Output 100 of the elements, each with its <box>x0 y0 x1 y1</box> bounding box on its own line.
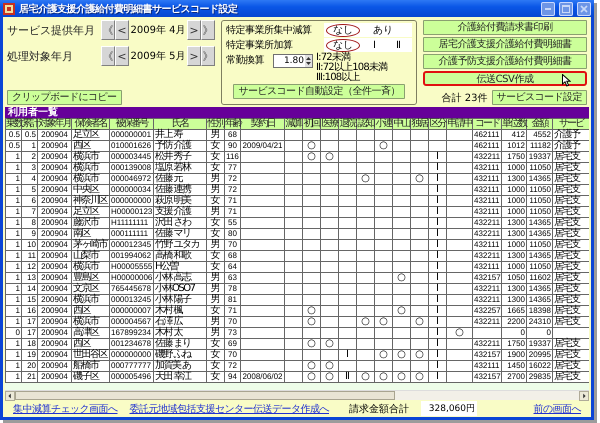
table-cell: 000000007 <box>110 306 154 316</box>
table-cell: 432157 <box>472 272 502 284</box>
table-cell: 77 <box>224 162 240 174</box>
table-cell: 11050 <box>526 206 552 218</box>
table-cell: 1 <box>6 206 22 218</box>
table-cell: 432111 <box>472 206 502 218</box>
table-cell: 1900 <box>502 350 526 360</box>
table-cell: 1300 <box>502 228 526 240</box>
table-cell: 19 <box>22 350 38 360</box>
table-cell: ○ <box>410 174 428 184</box>
table-cell: 71 <box>224 196 240 206</box>
table-cell: 11 <box>22 250 38 262</box>
table-cell: 80 <box>224 228 240 240</box>
table-cell: 200904 <box>38 316 72 328</box>
back-link[interactable]: 前の画面へ <box>534 402 581 416</box>
table-cell: 17 <box>22 328 38 338</box>
table-cell: 000046972 <box>110 174 154 184</box>
spin-field[interactable]: 1.80 <box>273 54 313 68</box>
table-cell: 90 <box>224 140 240 152</box>
table-cell: Ⅰ <box>428 228 446 240</box>
table-cell: 432211 <box>472 316 502 328</box>
table-cell: 000004567 <box>110 316 154 328</box>
table-cell: 19337 <box>526 152 552 162</box>
table-cell: 船橋市 <box>72 360 110 372</box>
table-cell: 予防 介護 <box>154 140 206 152</box>
table-cell: 17 <box>22 316 38 328</box>
table-cell: 20995 <box>526 350 552 360</box>
column-header: 区分 <box>428 118 446 130</box>
table-cell: ○ <box>320 372 338 382</box>
table-cell: 女 <box>206 372 224 382</box>
scroll-right-icon[interactable] <box>579 391 589 401</box>
maximize-button[interactable] <box>559 2 573 16</box>
table-cell: 小林 陽子 <box>154 294 206 306</box>
table-cell: 11050 <box>526 162 552 174</box>
nav-button[interactable]: 》 <box>201 46 215 66</box>
action-button[interactable]: 伝送CSV作成 <box>423 71 587 86</box>
table-cell: Ⅰ <box>428 262 446 272</box>
table-cell: 居宅支 <box>552 316 589 328</box>
scroll-thumb[interactable] <box>15 391 395 400</box>
nav-button[interactable]: < <box>115 46 129 66</box>
table-cell: 男 <box>206 272 224 284</box>
table-cell: Ⅰ <box>428 338 446 350</box>
table-cell: 女 <box>206 250 224 262</box>
table-cell: Ⅰ <box>428 250 446 262</box>
service-code-button[interactable]: サービスコード設定 <box>492 90 587 105</box>
nav-button[interactable]: < <box>115 20 129 40</box>
table-cell: 女 <box>206 140 224 152</box>
table-cell: 63 <box>224 272 240 284</box>
table-cell: 茅ヶ崎市 <box>72 240 110 250</box>
radio-option[interactable]: Ⅱ <box>388 38 408 52</box>
table-cell: 000777777 <box>110 360 154 372</box>
radio-option[interactable]: あり <box>366 24 400 36</box>
table-cell: 200904 <box>38 228 72 240</box>
table-cell: 男 <box>206 240 224 250</box>
table-cell: 010001626 <box>110 140 154 152</box>
table-cell: 女 <box>206 196 224 206</box>
radio-option[interactable]: なし <box>326 24 360 36</box>
table-cell: 14365 <box>526 218 552 228</box>
action-button[interactable]: 居宅介護支援介護給付費明細書 <box>423 37 587 52</box>
table-cell: 足立区 <box>72 206 110 218</box>
table-cell: Ⅱ <box>338 372 356 382</box>
table-cell: 1 <box>22 140 38 152</box>
table-cell: 居宅支 <box>552 206 589 218</box>
link[interactable]: 集中減算チェック画面へ <box>13 402 118 416</box>
table-cell: Ⅰ <box>338 350 356 360</box>
horizontal-scrollbar[interactable] <box>5 390 589 400</box>
column-header: 金額 <box>526 118 552 130</box>
radio-option[interactable]: なし <box>326 38 360 52</box>
scroll-left-icon[interactable] <box>5 391 15 401</box>
table-cell: 0.5 <box>6 130 22 140</box>
nav-button[interactable]: 《 <box>101 46 115 66</box>
nav-button[interactable]: 《 <box>101 20 115 40</box>
auto-set-button[interactable]: サービスコード自動設定（全件一斉） <box>233 84 405 99</box>
action-button[interactable]: 介護給付費請求書印刷 <box>423 20 587 35</box>
table-cell: 14365 <box>526 294 552 306</box>
period-label: 処理対象年月 <box>7 48 74 64</box>
nav-button[interactable]: > <box>187 20 201 40</box>
radio-option[interactable]: Ⅰ <box>366 38 383 52</box>
close-button[interactable] <box>577 2 591 16</box>
table-cell: 1450 <box>502 360 526 372</box>
table-cell: 94 <box>224 372 240 382</box>
table-cell: 200904 <box>38 328 72 338</box>
table-cell: ○ <box>320 152 338 162</box>
table-cell: 1000 <box>502 240 526 250</box>
action-button[interactable]: 介護予防支援介護給付費明細書 <box>423 54 587 69</box>
link[interactable]: 委託元地域包括支援センター伝送データ作成へ <box>130 402 329 416</box>
amount-field[interactable]: 328,060円 <box>421 401 477 416</box>
table-cell: 佐藤 まり <box>154 338 206 350</box>
table-cell: ○ <box>302 306 320 316</box>
column-header: 被保番号 <box>110 118 154 130</box>
table-cell: H00000123 <box>110 206 154 218</box>
table-cell: 女 <box>206 338 224 350</box>
table-cell: 200904 <box>38 206 72 218</box>
table-cell: 12 <box>22 262 38 272</box>
table-cell: 8 <box>22 218 38 228</box>
minimize-button[interactable] <box>541 2 555 16</box>
nav-button[interactable]: > <box>187 46 201 66</box>
nav-button[interactable]: 》 <box>201 20 215 40</box>
copy-button[interactable]: クリップボードにコピー <box>7 90 122 105</box>
table-cell: 世田谷区 <box>72 350 110 360</box>
